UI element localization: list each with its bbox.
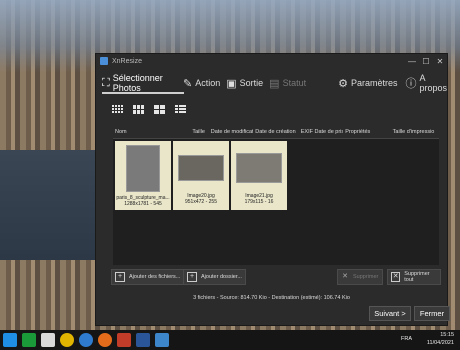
output-icon: ▣ — [226, 77, 237, 90]
column-date-modified[interactable]: Date de modificati — [209, 129, 254, 138]
view-list-icon[interactable] — [175, 104, 186, 114]
file-item[interactable]: Image21.jpg 179x115 - 16 — [231, 141, 287, 210]
remove-button[interactable]: ✕ Supprimer — [337, 269, 383, 285]
tab-settings[interactable]: ⚙ Paramètres — [338, 72, 397, 94]
file-actions: + Ajouter des fichiers... + Ajouter doss… — [111, 269, 441, 285]
clock-date: 11/04/2021 — [426, 340, 454, 346]
thumbnail-image — [236, 153, 282, 183]
main-nav: ⛶ Sélectionner Photos ✎ Action ▣ Sortie … — [96, 68, 447, 98]
column-header: Nom Taille Date de modificati Date de cr… — [113, 129, 439, 139]
file-meta: 1288x1781 - 545 — [124, 201, 162, 207]
xnresize-taskbar-icon[interactable] — [155, 333, 169, 347]
minimize-button[interactable]: — — [405, 57, 419, 66]
firefox-icon[interactable] — [98, 333, 112, 347]
status-icon: ▤ — [269, 77, 280, 90]
next-button[interactable]: Suivant > — [369, 306, 411, 321]
column-size[interactable]: Taille — [190, 129, 208, 138]
tab-status-label: Statut — [282, 78, 307, 88]
title-bar: XnResize — ☐ ✕ — [96, 54, 447, 68]
column-print-size[interactable]: Taille d'impressio — [391, 129, 439, 138]
file-meta: 951x472 - 255 — [185, 199, 217, 205]
language-indicator[interactable]: FRA — [401, 336, 412, 342]
tab-about-label: A propos — [419, 73, 448, 93]
explorer-icon[interactable] — [22, 333, 36, 347]
calendar-icon[interactable] — [41, 333, 55, 347]
taskbar: FRA 15:15 11/04/2021 — [0, 330, 460, 350]
add-files-button[interactable]: + Ajouter des fichiers... — [111, 269, 185, 285]
remove-all-label: Supprimer tout — [404, 271, 430, 283]
window-title: XnResize — [112, 57, 142, 65]
column-name[interactable]: Nom — [113, 129, 190, 138]
view-small-grid-icon[interactable] — [112, 104, 123, 114]
status-bar: 3 fichiers - Source: 814.70 Kio - Destin… — [193, 295, 350, 301]
column-exif-date[interactable]: EXIF Date de prise — [299, 129, 344, 138]
word-icon[interactable] — [136, 333, 150, 347]
active-tab-indicator — [102, 92, 184, 94]
view-medium-grid-icon[interactable] — [133, 104, 144, 114]
remove-label: Supprimer — [353, 274, 379, 280]
x-icon: ✕ — [391, 272, 401, 282]
gear-icon: ⚙ — [338, 77, 348, 90]
tab-settings-label: Paramètres — [350, 78, 398, 88]
view-mode-bar — [96, 98, 447, 120]
tab-action-label: Action — [195, 78, 221, 88]
edge-icon[interactable] — [79, 333, 93, 347]
file-item[interactable]: Image20.jpg 951x472 - 255 — [173, 141, 229, 210]
thumbnail-image — [126, 145, 160, 192]
info-icon: ⓘ — [405, 78, 417, 90]
x-icon: ✕ — [342, 273, 348, 280]
app-logo-icon — [100, 57, 108, 65]
plus-icon: + — [115, 272, 125, 282]
thumbnail-image — [178, 155, 224, 181]
file-item[interactable]: paris_8_sculpture_ma... 1288x1781 - 545 — [115, 141, 171, 210]
column-properties[interactable]: Propriétés — [343, 129, 390, 138]
tab-select-photos[interactable]: ⛶ Sélectionner Photos — [102, 72, 173, 94]
tab-action[interactable]: ✎ Action — [183, 72, 220, 94]
action-icon: ✎ — [183, 77, 193, 90]
add-folder-button[interactable]: + Ajouter dossier... — [183, 269, 246, 285]
remove-all-button[interactable]: ✕ Supprimer tout — [387, 269, 441, 285]
photo-select-icon: ⛶ — [102, 76, 110, 89]
tab-select-photos-label: Sélectionner Photos — [112, 73, 163, 93]
maximize-button[interactable]: ☐ — [419, 57, 433, 66]
file-meta: 179x115 - 16 — [244, 199, 274, 205]
clock-time: 15:15 — [440, 332, 454, 338]
add-files-label: Ajouter des fichiers... — [129, 274, 181, 280]
plus-icon: + — [187, 272, 197, 282]
column-date-created[interactable]: Date de création — [253, 129, 298, 138]
file-list: Nom Taille Date de modificati Date de cr… — [113, 129, 439, 315]
chrome-icon[interactable] — [60, 333, 74, 347]
tab-about[interactable]: ⓘ A propos — [405, 72, 447, 94]
thumbnail-area[interactable]: paris_8_sculpture_ma... 1288x1781 - 545 … — [113, 139, 439, 265]
tab-output[interactable]: ▣ Sortie — [226, 72, 263, 94]
close-button[interactable]: Fermer — [414, 306, 450, 321]
store-icon[interactable] — [117, 333, 131, 347]
close-window-button[interactable]: ✕ — [433, 57, 447, 66]
app-window: XnResize — ☐ ✕ ⛶ Sélectionner Photos ✎ A… — [95, 53, 450, 326]
tab-status[interactable]: ▤ Statut — [269, 72, 306, 94]
view-large-grid-icon[interactable] — [154, 104, 165, 114]
tab-output-label: Sortie — [239, 78, 264, 88]
add-folder-label: Ajouter dossier... — [201, 274, 242, 280]
clock[interactable]: 15:15 11/04/2021 — [427, 331, 454, 347]
windows-start-icon[interactable] — [3, 333, 17, 347]
